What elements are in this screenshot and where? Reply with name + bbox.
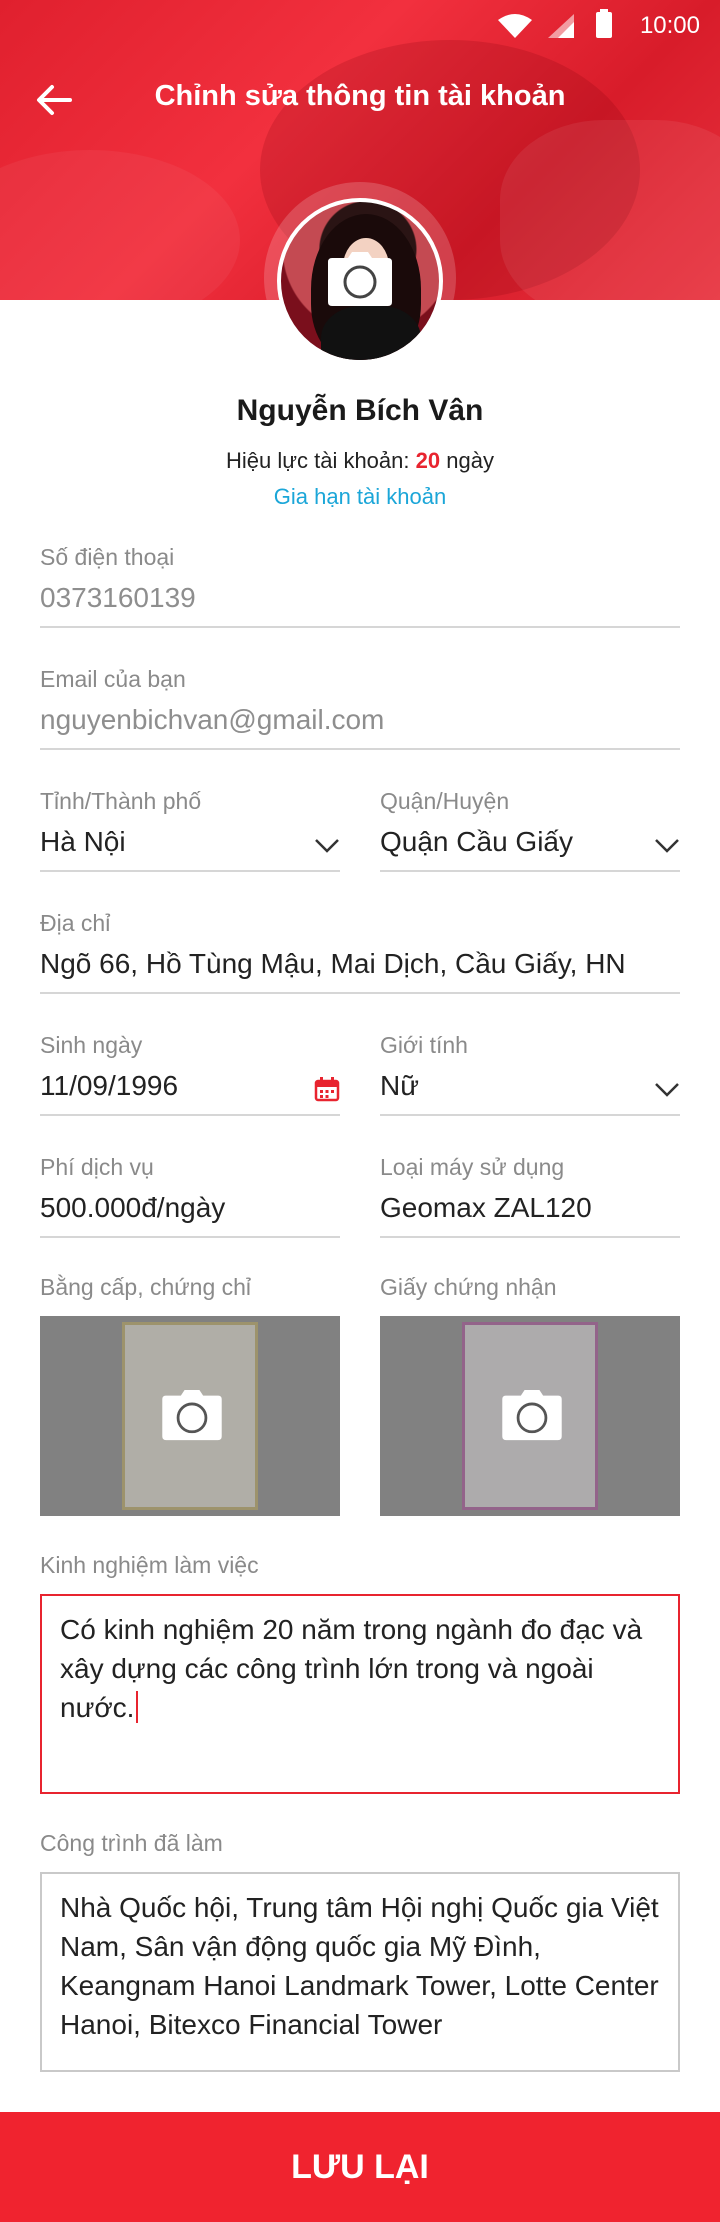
validity-unit: ngày	[446, 448, 494, 473]
birthday-value: 11/09/1996	[40, 1070, 179, 1101]
field-underline	[380, 1236, 680, 1238]
field-underline	[380, 1114, 680, 1116]
camera-icon	[328, 252, 392, 306]
user-name: Nguyễn Bích Vân	[236, 394, 484, 427]
birthday-label: Sinh ngày	[40, 1032, 143, 1058]
camera-icon	[162, 1390, 222, 1441]
field-underline	[40, 748, 680, 750]
signal-icon	[548, 14, 574, 38]
wifi-icon	[498, 14, 532, 38]
calendar-icon[interactable]	[314, 1076, 340, 1102]
header-decoration	[0, 150, 240, 300]
projects-text: Nhà Quốc hội, Trung tâm Hội nghị Quốc gi…	[60, 1892, 659, 2040]
device-value: Geomax ZAL120	[380, 1192, 592, 1223]
address-value: Ngõ 66, Hồ Tùng Mậu, Mai Dịch, Cầu Giấy,…	[40, 948, 626, 979]
address-label: Địa chỉ	[40, 910, 111, 936]
certificates-section: Giấy chứng nhận	[380, 1272, 680, 1302]
address-field[interactable]: Địa chỉ Ngõ 66, Hồ Tùng Mậu, Mai Dịch, C…	[40, 908, 680, 994]
district-label: Quận/Huyện	[380, 788, 510, 814]
experience-text: Có kinh nghiệm 20 năm trong ngành đo đạc…	[60, 1614, 643, 1723]
status-bar: 10:00	[0, 0, 720, 50]
province-label: Tỉnh/Thành phố	[40, 788, 202, 814]
projects-label: Công trình đã làm	[40, 1830, 223, 1856]
device-label: Loại máy sử dụng	[380, 1154, 565, 1180]
header-decoration	[500, 120, 720, 300]
account-validity: Hiệu lực tài khoản: 20 ngày	[0, 448, 720, 474]
phone-label: Số điện thoại	[40, 544, 175, 570]
certificate-image[interactable]	[380, 1316, 680, 1516]
device-field[interactable]: Loại máy sử dụng Geomax ZAL120	[380, 1152, 680, 1238]
field-underline	[40, 870, 340, 872]
experience-section: Kinh nghiệm làm việc	[40, 1550, 680, 1580]
avatar-photo-body	[321, 306, 421, 360]
status-time: 10:00	[639, 12, 700, 39]
gender-label: Giới tính	[380, 1032, 468, 1058]
email-value: nguyenbichvan@gmail.com	[40, 704, 385, 735]
service-fee-label: Phí dịch vụ	[40, 1154, 154, 1180]
validity-days: 20	[415, 448, 441, 473]
chevron-down-icon	[315, 839, 339, 853]
projects-section: Công trình đã làm	[40, 1828, 680, 1858]
service-fee-value: 500.000đ/ngày	[40, 1192, 226, 1223]
text-cursor	[136, 1691, 139, 1723]
renew-account-link[interactable]: Gia hạn tài khoản	[0, 484, 720, 510]
field-underline	[40, 1114, 340, 1116]
gender-select[interactable]: Giới tính Nữ	[380, 1030, 680, 1116]
degree-image[interactable]	[40, 1316, 340, 1516]
experience-textarea[interactable]: Có kinh nghiệm 20 năm trong ngành đo đạc…	[40, 1594, 680, 1794]
gender-value: Nữ	[380, 1070, 419, 1101]
district-value: Quận Cầu Giấy	[380, 826, 573, 857]
phone-field[interactable]: Số điện thoại 0373160139	[40, 542, 680, 628]
camera-icon	[502, 1390, 562, 1441]
province-value: Hà Nội	[40, 826, 126, 857]
projects-textarea[interactable]: Nhà Quốc hội, Trung tâm Hội nghị Quốc gi…	[40, 1872, 680, 2072]
email-field[interactable]: Email của bạn nguyenbichvan@gmail.com	[40, 664, 680, 750]
battery-icon	[596, 9, 612, 38]
email-label: Email của bạn	[40, 666, 186, 692]
field-underline	[40, 1236, 340, 1238]
field-underline	[40, 992, 680, 994]
validity-label: Hiệu lực tài khoản:	[226, 448, 410, 473]
phone-value: 0373160139	[40, 582, 196, 613]
field-underline	[380, 870, 680, 872]
field-underline	[40, 626, 680, 628]
birthday-field[interactable]: Sinh ngày 11/09/1996	[40, 1030, 340, 1116]
chevron-down-icon	[655, 1083, 679, 1097]
chevron-down-icon	[655, 839, 679, 853]
province-select[interactable]: Tỉnh/Thành phố Hà Nội	[40, 786, 340, 872]
app-bar: Chỉnh sửa thông tin tài khoản	[0, 60, 720, 140]
experience-label: Kinh nghiệm làm việc	[40, 1552, 259, 1578]
avatar[interactable]	[277, 198, 443, 364]
degrees-label: Bằng cấp, chứng chỉ	[40, 1274, 252, 1300]
degrees-section: Bằng cấp, chứng chỉ	[40, 1272, 340, 1302]
service-fee-field[interactable]: Phí dịch vụ 500.000đ/ngày	[40, 1152, 340, 1238]
certificates-label: Giấy chứng nhận	[380, 1274, 557, 1300]
page-title: Chỉnh sửa thông tin tài khoản	[154, 80, 566, 112]
save-button[interactable]: LƯU LẠI	[0, 2112, 720, 2222]
district-select[interactable]: Quận/Huyện Quận Cầu Giấy	[380, 786, 680, 872]
